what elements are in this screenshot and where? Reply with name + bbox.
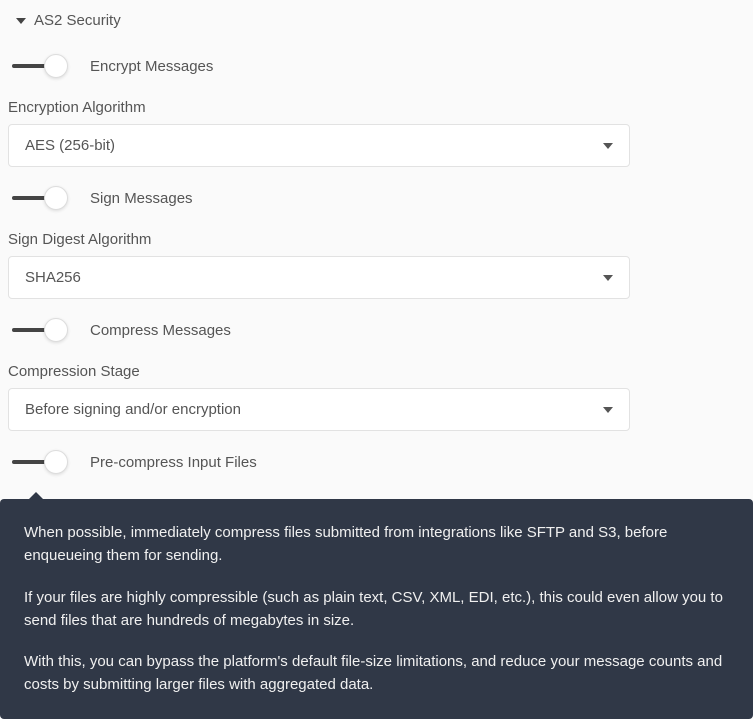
select-value: SHA256 — [25, 269, 81, 286]
label-compression-stage: Compression Stage — [8, 345, 745, 388]
chevron-down-icon — [603, 275, 613, 281]
toggle-thumb — [44, 450, 68, 474]
toggle-precompress-input-files[interactable] — [12, 449, 66, 475]
chevron-down-icon — [603, 143, 613, 149]
select-compression-stage[interactable]: Before signing and/or encryption — [8, 388, 630, 431]
select-encryption-algorithm[interactable]: AES (256-bit) — [8, 124, 630, 167]
tooltip-precompress-info: When possible, immediately compress file… — [0, 499, 753, 719]
caret-down-icon — [16, 18, 26, 24]
section-header-as2-security[interactable]: AS2 Security — [8, 8, 745, 43]
toggle-label-encrypt: Encrypt Messages — [86, 58, 213, 75]
select-value: AES (256-bit) — [25, 137, 115, 154]
section-title: AS2 Security — [34, 12, 121, 29]
toggle-encrypt-messages[interactable] — [12, 53, 66, 79]
toggle-track — [12, 196, 48, 200]
select-sign-digest-algorithm[interactable]: SHA256 — [8, 256, 630, 299]
toggle-track — [12, 328, 48, 332]
label-sign-digest-algorithm: Sign Digest Algorithm — [8, 213, 745, 256]
tooltip-paragraph: With this, you can bypass the platform's… — [24, 650, 729, 697]
label-encryption-algorithm: Encryption Algorithm — [8, 81, 745, 124]
toggle-thumb — [44, 54, 68, 78]
tooltip-paragraph: When possible, immediately compress file… — [24, 521, 729, 568]
toggle-thumb — [44, 318, 68, 342]
toggle-track — [12, 64, 48, 68]
tooltip-paragraph: If your files are highly compressible (s… — [24, 586, 729, 633]
toggle-track — [12, 460, 48, 464]
toggle-label-sign: Sign Messages — [86, 190, 193, 207]
toggle-compress-messages[interactable] — [12, 317, 66, 343]
toggle-label-precompress: Pre-compress Input Files — [86, 454, 257, 471]
toggle-label-compress: Compress Messages — [86, 322, 231, 339]
toggle-sign-messages[interactable] — [12, 185, 66, 211]
toggle-thumb — [44, 186, 68, 210]
chevron-down-icon — [603, 407, 613, 413]
select-value: Before signing and/or encryption — [25, 401, 241, 418]
